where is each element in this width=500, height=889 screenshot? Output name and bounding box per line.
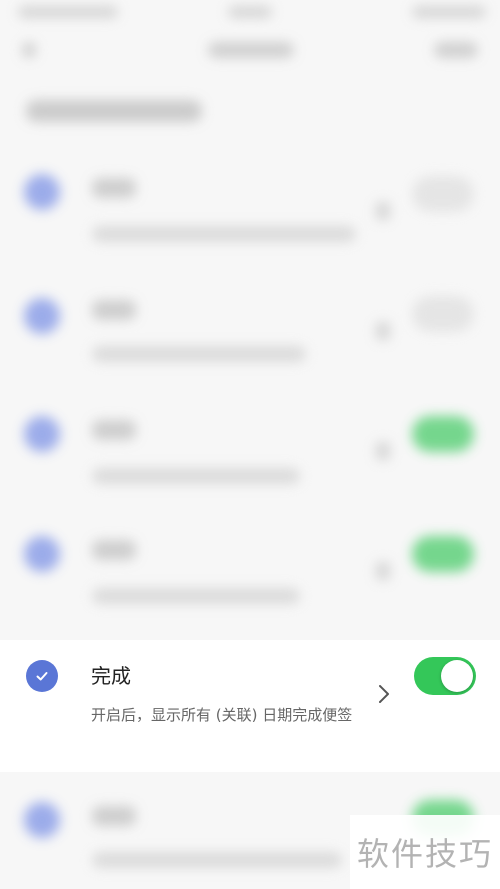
blurred-row[interactable] xyxy=(0,132,500,252)
setting-row-complete[interactable]: 完成 开启后，显示所有 (关联) 日期完成便签 xyxy=(0,640,500,772)
check-icon xyxy=(26,660,58,692)
blurred-row[interactable] xyxy=(0,256,500,376)
settings-screen: 完成 开启后，显示所有 (关联) 日期完成便签 软件技巧 xyxy=(0,0,500,889)
setting-title: 完成 xyxy=(91,664,131,688)
toggle-knob xyxy=(441,660,473,692)
nav-bar xyxy=(0,30,500,74)
setting-description: 开启后，显示所有 (关联) 日期完成便签 xyxy=(91,706,353,724)
status-bar xyxy=(0,0,500,28)
chevron-right-icon[interactable] xyxy=(376,683,392,705)
blurred-row[interactable] xyxy=(0,496,500,616)
blurred-row[interactable] xyxy=(0,376,500,496)
complete-toggle-switch[interactable] xyxy=(414,657,476,695)
watermark: 软件技巧 xyxy=(350,815,500,889)
section-title xyxy=(26,100,202,122)
